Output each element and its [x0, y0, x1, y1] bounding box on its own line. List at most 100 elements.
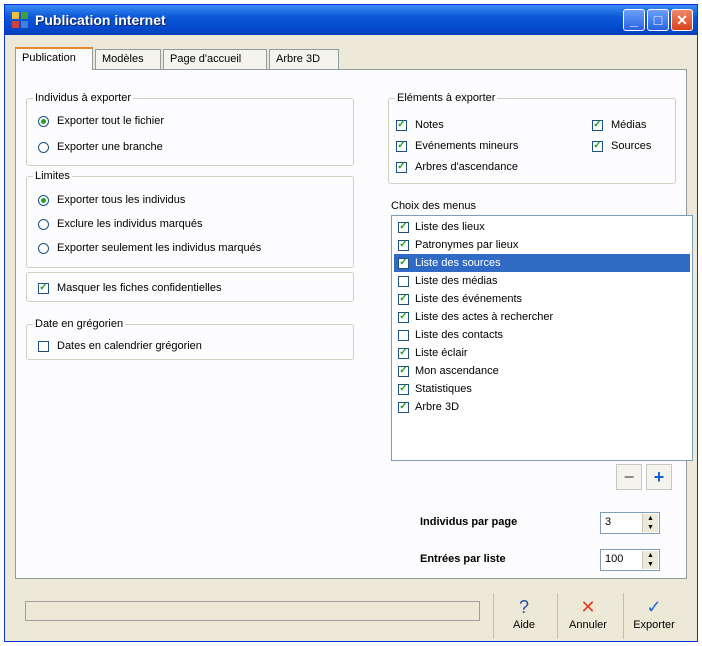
add-menu-button[interactable]: +	[646, 464, 672, 490]
checkbox-calendrier-gregorien[interactable]: Dates en calendrier grégorien	[38, 340, 202, 352]
spinner-value: 3	[605, 516, 612, 528]
checkbox-label: Notes	[415, 119, 444, 131]
radio-exclure-marques[interactable]: Exclure les individus marqués	[38, 218, 203, 230]
status-bar	[25, 601, 480, 621]
cancel-x-icon: ✕	[580, 597, 596, 617]
publication-tab-panel: Individus à exporter Exporter tout le fi…	[15, 69, 693, 579]
entrees-par-liste-spinner[interactable]: 100 ▲ ▼	[600, 549, 660, 571]
spinner-arrows-icon[interactable]: ▲ ▼	[642, 514, 658, 532]
radio-selected-icon	[38, 194, 49, 206]
checkbox-masquer[interactable]: ✓ Masquer les fiches confidentielles	[38, 282, 221, 294]
tab-modeles[interactable]: Modèles	[95, 49, 161, 69]
list-item[interactable]: ✓ Liste des actes à rechercher	[394, 308, 690, 326]
checkbox-arbres-ascendance[interactable]: ✓ Arbres d'ascendance	[396, 161, 518, 173]
radio-unselected-icon	[38, 218, 49, 230]
individus-group: Individus à exporter	[26, 92, 354, 166]
spinner-value: 100	[605, 553, 624, 565]
checkbox-medias[interactable]: ✓ Médias	[592, 119, 646, 131]
checkmark-icon: ✓	[398, 239, 409, 251]
checkmark-icon: ✓	[396, 140, 407, 152]
radio-label: Exclure les individus marqués	[57, 218, 203, 230]
list-item[interactable]: Liste des contacts	[394, 326, 690, 344]
menus-listbox[interactable]: ✓ Liste des lieux ✓ Patronymes par lieux ✓…	[391, 215, 693, 461]
list-item[interactable]: ✓ Liste des événements	[394, 290, 690, 308]
checkbox-label: Médias	[611, 119, 647, 131]
radio-selected-icon	[38, 115, 49, 127]
aide-button[interactable]: ? Aide	[497, 591, 551, 641]
radio-unselected-icon	[38, 242, 49, 254]
checkmark-icon: ✓	[398, 257, 409, 269]
publication-window: Publication internet _ □ ✕ Publication M…	[4, 4, 698, 642]
list-item[interactable]: ✓ Liste éclair	[394, 344, 690, 362]
checkmark-icon: ✓	[396, 161, 407, 173]
window-title: Publication internet	[35, 12, 166, 28]
help-icon: ?	[518, 597, 529, 617]
individus-par-page-label: Individus par page	[420, 516, 518, 528]
checkmark-icon: ✓	[398, 383, 409, 395]
button-separator	[623, 593, 624, 639]
button-separator	[557, 593, 558, 639]
checkmark-icon: ✓	[396, 119, 407, 131]
checkmark-icon: ✓	[592, 140, 603, 152]
limites-legend: Limites	[35, 170, 70, 182]
menus-label: Choix des menus	[391, 200, 476, 212]
checkbox-notes[interactable]: ✓ Notes	[396, 119, 444, 131]
close-button[interactable]: ✕	[671, 9, 693, 31]
radio-exporter-marques[interactable]: Exporter seulement les individus marqués	[38, 242, 261, 254]
checkmark-icon: ✓	[398, 347, 409, 359]
entrees-par-liste-label: Entrées par liste	[420, 553, 506, 565]
checkbox-sources[interactable]: ✓ Sources	[592, 140, 651, 152]
button-separator	[493, 593, 494, 639]
annuler-button[interactable]: ✕ Annuler	[561, 591, 615, 641]
app-icon	[12, 12, 28, 28]
checkmark-icon: ✓	[592, 119, 603, 131]
minimize-button[interactable]: _	[623, 9, 645, 31]
list-item[interactable]: ✓ Arbre 3D	[394, 398, 690, 416]
remove-menu-button[interactable]: −	[616, 464, 642, 490]
exporter-button[interactable]: ✓ Exporter	[627, 591, 681, 641]
tab-publication[interactable]: Publication	[15, 47, 93, 70]
checkbox-empty-icon	[398, 275, 409, 287]
checkmark-icon: ✓	[398, 311, 409, 323]
tab-page-accueil[interactable]: Page d'accueil	[163, 49, 267, 69]
date-group: Date en grégorien	[26, 318, 354, 360]
checkbox-label: Arbres d'ascendance	[415, 161, 518, 173]
radio-exporter-tous[interactable]: Exporter tous les individus	[38, 194, 185, 206]
checkbox-label: Dates en calendrier grégorien	[57, 340, 202, 352]
checkbox-label: Evénements mineurs	[415, 140, 519, 152]
individus-legend: Individus à exporter	[35, 92, 131, 104]
button-label: Aide	[512, 619, 536, 631]
checkmark-icon: ✓	[398, 293, 409, 305]
checkmark-icon: ✓	[398, 401, 409, 413]
checkbox-label: Sources	[611, 140, 652, 152]
radio-exporter-branche[interactable]: Exporter une branche	[38, 141, 163, 153]
list-item-selected[interactable]: ✓ Liste des sources	[394, 254, 690, 272]
checkmark-icon: ✓	[38, 282, 49, 294]
list-item[interactable]: ✓ Statistiques	[394, 380, 690, 398]
checkbox-empty-icon	[398, 329, 409, 341]
checkbox-label: Masquer les fiches confidentielles	[57, 282, 222, 294]
radio-label: Exporter tout le fichier	[57, 115, 164, 127]
radio-exporter-tout[interactable]: Exporter tout le fichier	[38, 115, 164, 127]
checkbox-empty-icon	[38, 340, 49, 352]
date-legend: Date en grégorien	[35, 318, 124, 330]
list-item[interactable]: ✓ Liste des lieux	[394, 218, 690, 236]
checkbox-evenements-mineurs[interactable]: ✓ Evénements mineurs	[396, 140, 518, 152]
tab-arbre-3d[interactable]: Arbre 3D	[269, 49, 339, 69]
individus-par-page-spinner[interactable]: 3 ▲ ▼	[600, 512, 660, 534]
button-label: Annuler	[569, 619, 607, 631]
radio-label: Exporter seulement les individus marqués	[57, 242, 262, 254]
button-label: Exporter	[633, 619, 675, 631]
checkmark-icon: ✓	[398, 365, 409, 377]
radio-unselected-icon	[38, 141, 49, 153]
radio-label: Exporter tous les individus	[57, 194, 186, 206]
list-item[interactable]: ✓ Patronymes par lieux	[394, 236, 690, 254]
spinner-arrows-icon[interactable]: ▲ ▼	[642, 551, 658, 569]
title-bar[interactable]: Publication internet _ □ ✕	[5, 5, 697, 35]
checkmark-icon: ✓	[646, 597, 662, 617]
elements-legend: Eléments à exporter	[397, 92, 496, 104]
list-item[interactable]: ✓ Mon ascendance	[394, 362, 690, 380]
maximize-button[interactable]: □	[647, 9, 669, 31]
checkmark-icon: ✓	[398, 221, 409, 233]
list-item[interactable]: Liste des médias	[394, 272, 690, 290]
